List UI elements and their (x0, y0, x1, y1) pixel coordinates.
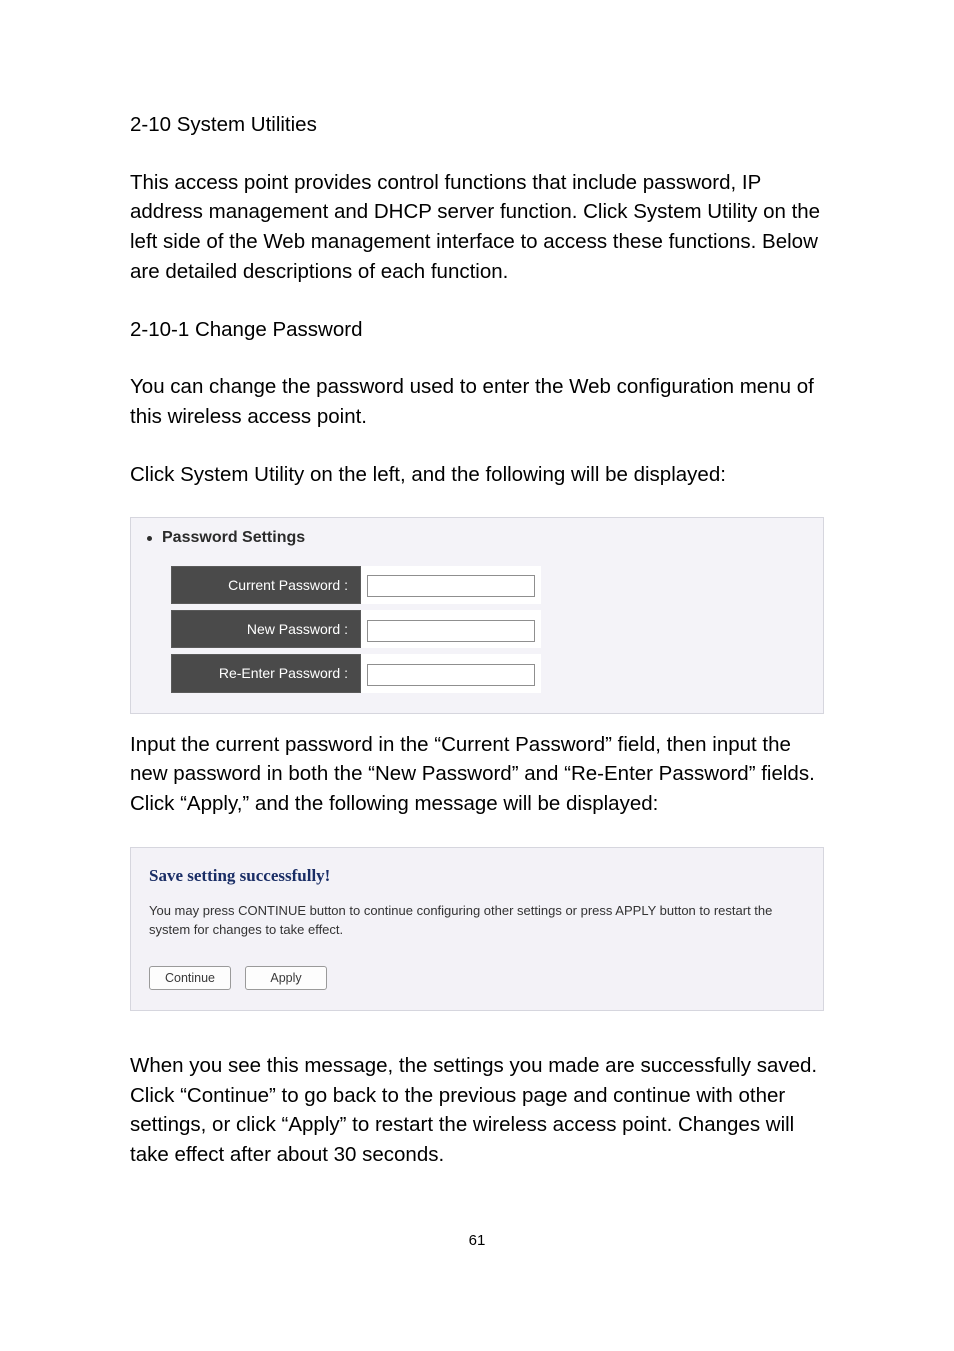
save-setting-message: You may press CONTINUE button to continu… (149, 902, 805, 940)
table-row: Re-Enter Password : (171, 654, 541, 692)
save-setting-panel: Save setting successfully! You may press… (130, 847, 824, 1011)
page-number: 61 (130, 1230, 824, 1252)
intro-paragraph: This access point provides control funct… (130, 168, 824, 287)
click-instruction: Click System Utility on the left, and th… (130, 460, 824, 490)
after-save-paragraph: When you see this message, the settings … (130, 1051, 824, 1170)
new-password-cell (361, 610, 541, 648)
section-heading: 2-10 System Utilities (130, 110, 824, 140)
save-setting-title: Save setting successfully! (149, 864, 805, 889)
current-password-cell (361, 566, 541, 604)
change-password-intro: You can change the password used to ente… (130, 372, 824, 431)
password-settings-panel: Password Settings Current Password : New… (130, 517, 824, 713)
reenter-password-label: Re-Enter Password : (171, 654, 361, 692)
bullet-icon (147, 536, 152, 541)
new-password-input[interactable] (367, 620, 535, 642)
password-settings-title: Password Settings (162, 526, 305, 549)
password-settings-header: Password Settings (143, 522, 811, 559)
continue-button[interactable]: Continue (149, 966, 231, 990)
password-settings-table: Current Password : New Password : Re-Ent… (171, 560, 541, 699)
apply-button[interactable]: Apply (245, 966, 327, 990)
table-row: New Password : (171, 610, 541, 648)
reenter-password-input[interactable] (367, 664, 535, 686)
current-password-input[interactable] (367, 575, 535, 597)
new-password-label: New Password : (171, 610, 361, 648)
table-row: Current Password : (171, 566, 541, 604)
after-password-paragraph: Input the current password in the “Curre… (130, 730, 824, 819)
button-row: Continue Apply (149, 966, 805, 990)
reenter-password-cell (361, 654, 541, 692)
subsection-heading: 2-10-1 Change Password (130, 315, 824, 345)
current-password-label: Current Password : (171, 566, 361, 604)
